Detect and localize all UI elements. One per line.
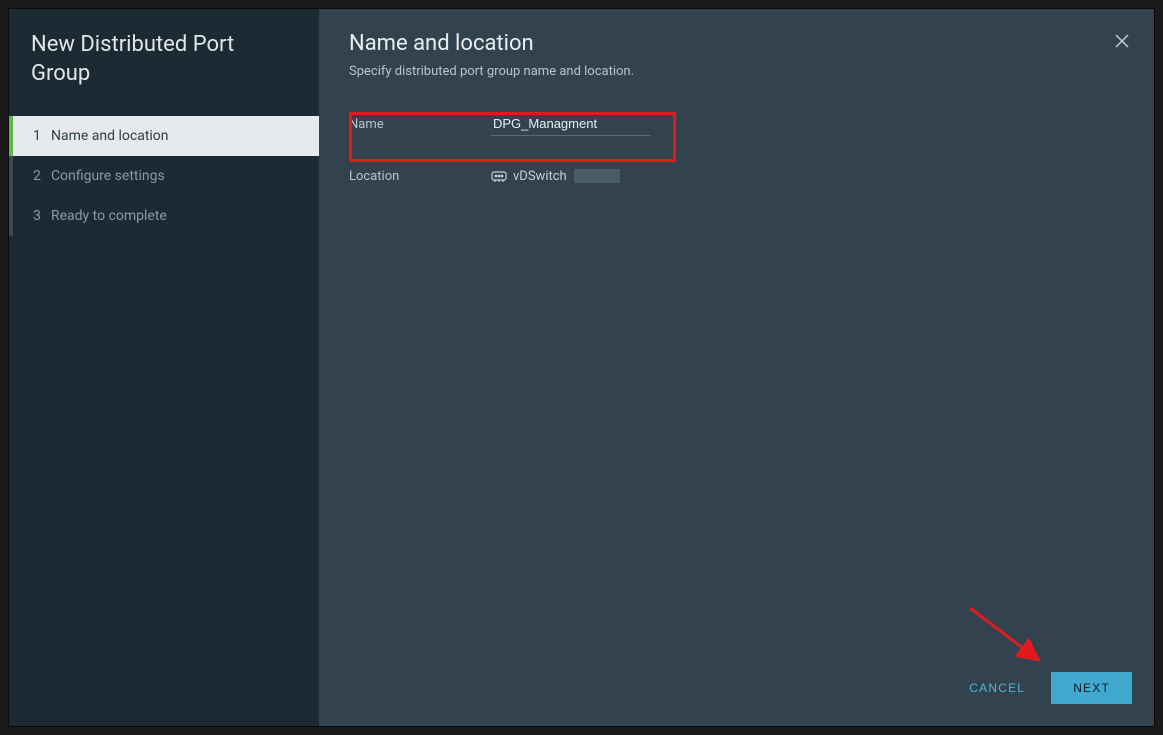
- wizard-steps: 1 Name and location 2 Configure settings…: [9, 116, 319, 236]
- distributed-switch-icon: [491, 169, 507, 183]
- page-subtitle: Specify distributed port group name and …: [349, 64, 1124, 79]
- name-row: Name: [349, 109, 1124, 139]
- location-row: Location vDSwitch: [349, 161, 1124, 191]
- wizard-footer: CANCEL NEXT: [319, 654, 1154, 726]
- redacted-text: [574, 169, 620, 183]
- location-label: Location: [349, 169, 491, 184]
- next-button[interactable]: NEXT: [1051, 672, 1132, 704]
- close-icon: [1114, 33, 1130, 49]
- name-input[interactable]: [491, 112, 651, 136]
- step-configure-settings[interactable]: 2 Configure settings: [9, 156, 319, 196]
- step-number: 2: [29, 168, 51, 184]
- location-text: vDSwitch: [513, 169, 567, 184]
- step-name-and-location[interactable]: 1 Name and location: [9, 116, 319, 156]
- step-ready-to-complete[interactable]: 3 Ready to complete: [9, 196, 319, 236]
- step-label: Ready to complete: [51, 208, 301, 224]
- location-value: vDSwitch: [491, 169, 620, 184]
- name-label: Name: [349, 117, 491, 132]
- form-area: Name Location: [319, 93, 1154, 654]
- wizard-modal: New Distributed Port Group 1 Name and lo…: [8, 8, 1155, 727]
- step-label: Configure settings: [51, 168, 301, 184]
- step-number: 1: [29, 128, 51, 144]
- close-button[interactable]: [1112, 31, 1132, 51]
- main-panel: Name and location Specify distributed po…: [319, 9, 1154, 726]
- wizard-title: New Distributed Port Group: [9, 9, 319, 116]
- cancel-button[interactable]: CANCEL: [953, 672, 1041, 704]
- step-label: Name and location: [51, 128, 301, 144]
- page-title: Name and location: [349, 31, 1124, 56]
- main-header: Name and location Specify distributed po…: [319, 9, 1154, 93]
- step-number: 3: [29, 208, 51, 224]
- wizard-sidebar: New Distributed Port Group 1 Name and lo…: [9, 9, 319, 726]
